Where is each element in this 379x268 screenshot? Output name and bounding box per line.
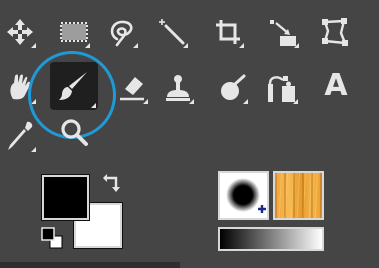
smudge-tool[interactable] xyxy=(214,70,250,106)
crop-tool[interactable] xyxy=(210,14,246,50)
dock-tab-bar xyxy=(0,262,180,268)
swap-colors-button[interactable] xyxy=(98,170,126,198)
rect-select-icon xyxy=(60,22,88,42)
default-colors-icon xyxy=(41,227,63,249)
cage-transform-tool[interactable] xyxy=(316,14,352,50)
paths-tool[interactable] xyxy=(264,70,300,106)
paintbrush-icon xyxy=(59,72,87,100)
tool-group-indicator-icon xyxy=(31,43,36,48)
move-icon xyxy=(7,19,33,45)
text-tool[interactable]: A xyxy=(318,68,354,104)
cage-transform-icon xyxy=(322,18,348,46)
warp-transform-tool[interactable] xyxy=(2,70,38,106)
move-tool[interactable] xyxy=(2,14,38,50)
eraser-tool[interactable] xyxy=(114,70,150,106)
tool-group-indicator-icon xyxy=(294,43,299,48)
tool-group-indicator-icon xyxy=(31,99,36,104)
paintbrush-tool[interactable] xyxy=(50,62,98,110)
gradient-preview[interactable] xyxy=(218,227,324,251)
tool-group-indicator-icon xyxy=(189,99,194,104)
tool-group-indicator-icon xyxy=(239,43,244,48)
tool-group-indicator-icon xyxy=(31,147,36,152)
tool-group-indicator-icon xyxy=(243,99,248,104)
clone-tool[interactable] xyxy=(160,70,196,106)
rect-select-tool[interactable] xyxy=(56,14,92,50)
tool-group-indicator-icon xyxy=(85,43,90,48)
tool-group-indicator-icon xyxy=(183,43,188,48)
text-tool-icon: A xyxy=(324,68,348,103)
foreground-color-swatch[interactable] xyxy=(41,174,90,221)
lasso-tool[interactable] xyxy=(104,14,140,50)
tool-group-indicator-icon xyxy=(133,43,138,48)
color-picker-tool[interactable] xyxy=(2,118,38,154)
zoom-icon xyxy=(61,119,88,146)
tool-group-indicator-icon xyxy=(143,99,148,104)
tool-group-indicator-icon xyxy=(293,99,298,104)
tool-group-indicator-icon xyxy=(91,103,96,108)
zoom-tool[interactable] xyxy=(56,114,92,150)
brush-shape-icon xyxy=(226,178,266,213)
pattern-preview[interactable] xyxy=(273,171,324,220)
brush-preview[interactable] xyxy=(218,171,269,220)
fuzzy-select-tool[interactable] xyxy=(154,14,190,50)
swap-arrows-icon xyxy=(103,174,120,192)
unified-transform-tool[interactable] xyxy=(265,14,301,50)
crop-icon xyxy=(216,20,240,44)
reset-colors-button[interactable] xyxy=(38,224,66,252)
